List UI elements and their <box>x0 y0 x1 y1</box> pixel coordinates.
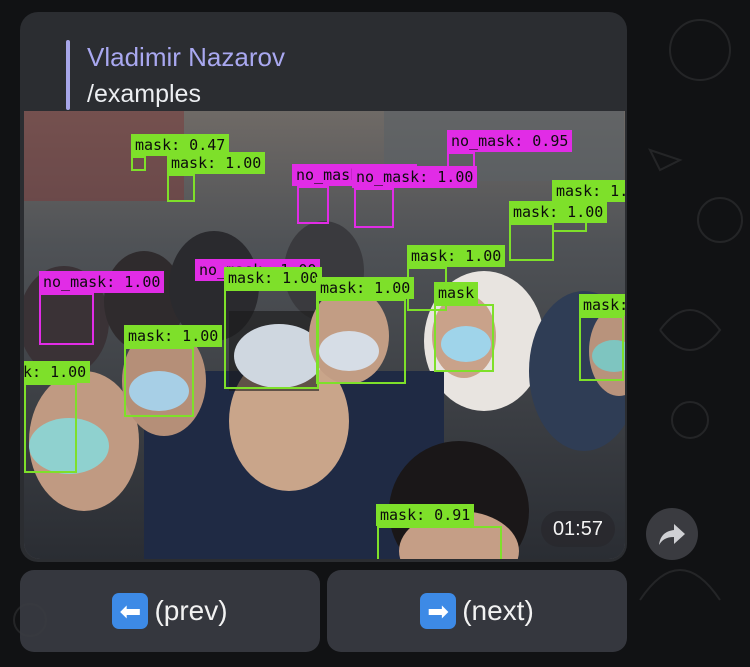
prev-button[interactable]: ⬅ (prev) <box>20 570 320 652</box>
next-button[interactable]: ➡ (next) <box>327 570 627 652</box>
mask-detection-label: mask: 0.91 <box>376 504 475 526</box>
detection-box <box>39 293 94 345</box>
mask-detection-label: mask: 1.00 <box>407 245 506 267</box>
forward-button[interactable] <box>646 508 698 560</box>
inline-keyboard: ⬅ (prev) ➡ (next) <box>20 570 627 652</box>
reply-quote[interactable]: Vladimir Nazarov /examples <box>66 40 603 110</box>
video-preview[interactable]: mask: 0.47 mask: 1.00 no_mask: 0.95 no_mask… <box>24 111 625 559</box>
mask-detection-label: mask: 1.00 <box>316 277 415 299</box>
reply-text: /examples <box>87 80 201 108</box>
prev-label: (prev) <box>154 595 228 626</box>
mask-detection-label: k: 1.00 <box>24 361 91 383</box>
reply-author: Vladimir Nazarov <box>87 42 285 72</box>
no-mask-detection-label: no_mask: 1.00 <box>39 271 165 293</box>
detection-box <box>24 383 77 473</box>
mask-detection-label: mask: 1.00 <box>124 325 223 347</box>
mask-detection-label: mask <box>434 282 479 304</box>
detection-box <box>167 174 195 202</box>
mask-detection-label: mask: 1.00 <box>579 294 625 316</box>
detection-box <box>316 299 406 384</box>
detection-box <box>297 186 329 224</box>
detection-box <box>354 188 394 228</box>
detection-box <box>124 347 194 417</box>
next-label: (next) <box>462 595 534 626</box>
mask-detection-label: mask: 1.00 <box>224 267 323 289</box>
no-mask-detection-label: no_mask: 1.00 <box>352 166 478 188</box>
mask-detection-label: mask: 1.00 <box>509 201 608 223</box>
detection-box <box>579 316 624 381</box>
video-duration: 01:57 <box>540 511 615 547</box>
mask-detection-label: mask: 1.00 <box>167 152 266 174</box>
detection-box <box>131 156 146 171</box>
detection-box <box>509 223 554 261</box>
right-arrow-emoji-icon: ➡ <box>420 593 457 629</box>
mask-detection-label: mask: 1.0 <box>552 180 625 202</box>
no-mask-detection-label: no_mask: 0.95 <box>447 130 573 152</box>
share-arrow-icon <box>659 524 685 545</box>
detection-box <box>377 526 502 559</box>
detection-box <box>434 304 494 372</box>
left-arrow-emoji-icon: ⬅ <box>112 593 149 629</box>
detection-box <box>224 289 319 389</box>
reply-accent-bar <box>66 40 70 110</box>
